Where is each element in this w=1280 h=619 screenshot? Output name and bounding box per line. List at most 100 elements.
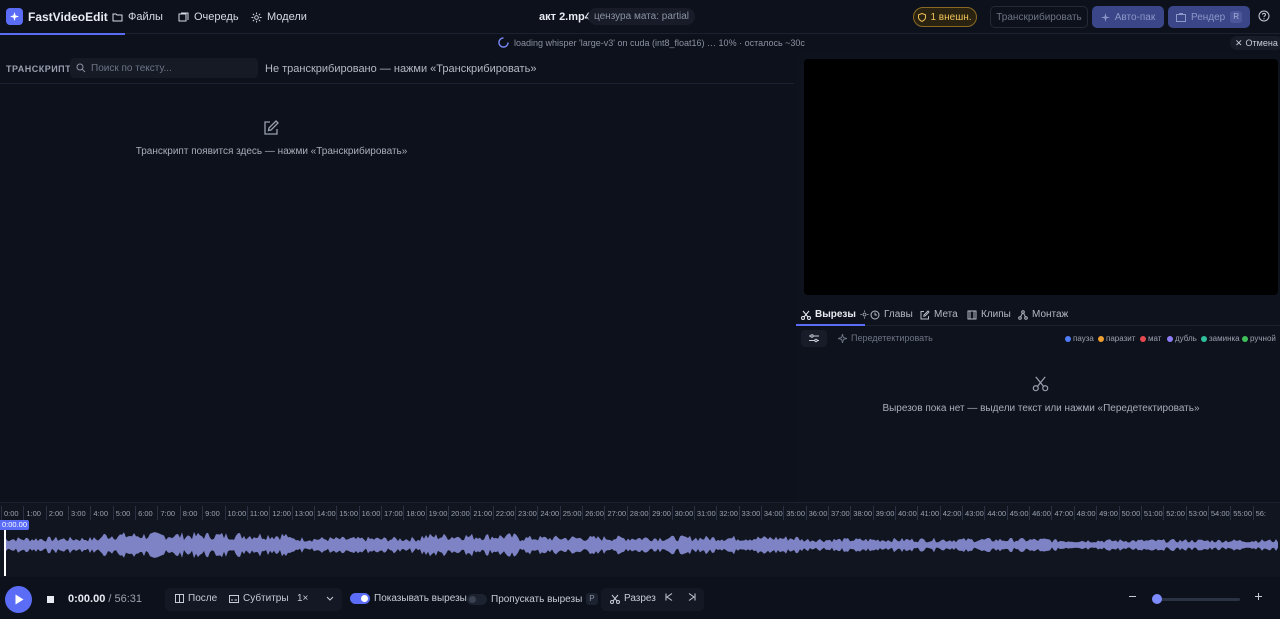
legend-label: мат	[1148, 334, 1162, 343]
tick-line	[336, 506, 338, 520]
tab-meta[interactable]: Мета	[920, 309, 958, 320]
waveform[interactable]	[0, 521, 1280, 576]
render-shortcut: R	[1230, 11, 1243, 23]
tick-line	[1029, 506, 1031, 520]
sparkle-icon	[1100, 12, 1110, 22]
skip-cuts-toggle[interactable]: Пропускать вырезы P	[467, 593, 598, 605]
next-cut-button[interactable]	[688, 593, 696, 601]
time-ruler[interactable]: 0:00 1:00 2:00 3:00 4:00 5:00 6:00 7:00 8:00 9:00…	[0, 503, 1280, 521]
tab-clips[interactable]: Клипы	[967, 309, 1011, 320]
tick-label: 11:00	[249, 509, 269, 518]
cancel-button[interactable]: ✕ Отмена	[1230, 36, 1280, 50]
columns-icon	[175, 594, 184, 603]
tick-line	[760, 506, 762, 520]
tick-label: 44:00	[987, 509, 1007, 518]
censor-mode-badge[interactable]: цензура мата: partial	[588, 8, 695, 25]
tick-line	[604, 506, 606, 520]
tab-chapters[interactable]: Главы	[870, 309, 913, 320]
current-time: 0:00.00	[68, 593, 106, 605]
subtitles-button[interactable]: Субтитры	[229, 593, 289, 604]
nav-files-label: Файлы	[128, 11, 163, 23]
tick-label: 36:00	[808, 509, 828, 518]
split-button[interactable]: Разрез	[610, 593, 656, 604]
tick-line	[738, 506, 740, 520]
tick-label: 14:00	[316, 509, 336, 518]
app-title: FastVideoEdit	[28, 10, 108, 24]
edit-icon	[262, 119, 280, 137]
tick-line	[269, 506, 271, 520]
tick-label: 52:00	[1166, 509, 1185, 518]
skip-back-icon	[665, 593, 673, 601]
filter-button[interactable]	[801, 330, 827, 347]
after-button[interactable]: После	[175, 593, 217, 604]
tab-montage[interactable]: Монтаж	[1018, 309, 1068, 320]
legend-label: паразит	[1106, 334, 1136, 343]
tick-line	[626, 506, 628, 520]
tick-line	[313, 506, 315, 520]
tab-montage-label: Монтаж	[1032, 309, 1069, 320]
autocut-button[interactable]: Авто-пак	[1092, 6, 1164, 28]
tick-line	[537, 506, 539, 520]
tick-label: 37:00	[830, 509, 850, 518]
tick-line	[358, 506, 360, 520]
nav-files[interactable]: Файлы	[112, 11, 163, 23]
prev-cut-button[interactable]	[665, 593, 673, 601]
external-badge-label: 1 внешн.	[930, 11, 972, 23]
progress-row: loading whisper 'large-v3' on cuda (int8…	[0, 35, 1280, 52]
tick-line	[448, 506, 449, 520]
film-icon	[967, 310, 977, 320]
redetect-button[interactable]: Передетектировать	[838, 333, 933, 343]
tick-label: 18:00	[406, 509, 426, 518]
tab-cuts-settings-icon[interactable]	[860, 310, 869, 319]
zoom-in-button[interactable]	[1254, 592, 1263, 601]
tick-line	[380, 506, 382, 520]
nav-models[interactable]: Модели	[251, 11, 307, 23]
tick-line	[1252, 506, 1254, 520]
transcript-section-label: ТРАНСКРИПТ	[6, 64, 72, 74]
chevron-down-icon	[326, 596, 334, 601]
transcribe-button[interactable]: Транскрибировать	[990, 6, 1088, 28]
show-cuts-toggle[interactable]: Показывать вырезы	[350, 593, 467, 604]
help-icon[interactable]	[1258, 10, 1270, 22]
legend-manual: ручной	[1242, 334, 1276, 343]
subtitles-icon	[229, 594, 239, 603]
queue-icon	[178, 12, 189, 22]
tick-label: 55:00	[1233, 509, 1253, 518]
transport-bar: 0:00.00 / 56:31 После Субтитры 1× Показы…	[0, 580, 1280, 619]
tick-label: 45:00	[1009, 509, 1029, 518]
tick-label: 41:00	[920, 509, 940, 518]
stop-button[interactable]	[47, 596, 54, 603]
zoom-out-button[interactable]	[1128, 592, 1137, 601]
tick-label: 22:00	[495, 509, 515, 518]
tick-line	[403, 506, 405, 520]
tab-cuts[interactable]: Вырезы	[801, 309, 869, 320]
transcript-search[interactable]	[70, 58, 258, 78]
zoom-slider[interactable]	[1155, 598, 1240, 601]
nav-queue[interactable]: Очередь	[178, 11, 239, 23]
tick-line	[895, 506, 896, 520]
tick-line	[23, 506, 25, 520]
zoom-slider-handle[interactable]	[1152, 594, 1162, 604]
tick-label: 8:00	[182, 509, 198, 518]
speed-select[interactable]: 1×	[297, 593, 334, 604]
tick-line	[179, 506, 181, 520]
skip-cuts-switch[interactable]	[467, 593, 487, 605]
tick-line	[90, 506, 92, 520]
tick-label: 31:00	[696, 509, 716, 518]
timeline[interactable]: 0:00 1:00 2:00 3:00 4:00 5:00 6:00 7:00 8:00 9:00…	[0, 502, 1280, 577]
legend-label: заминка	[1209, 334, 1240, 343]
show-cuts-switch[interactable]	[350, 593, 370, 604]
transcript-header: ТРАНСКРИПТ Не транскрибировано — нажми «…	[0, 54, 794, 84]
play-button[interactable]	[5, 586, 32, 613]
edit-icon	[920, 309, 930, 320]
legend-dot	[1098, 335, 1104, 342]
tick-label: 29:00	[652, 509, 671, 518]
tick-line	[559, 506, 561, 520]
tick-label: 32:00	[719, 509, 738, 518]
video-preview[interactable]	[804, 59, 1278, 295]
render-button[interactable]: Рендер R	[1168, 6, 1250, 28]
tick-line	[1163, 506, 1165, 520]
external-badge[interactable]: 1 внешн.	[913, 7, 977, 27]
search-input[interactable]	[91, 62, 251, 74]
scissors-icon	[1032, 375, 1049, 392]
